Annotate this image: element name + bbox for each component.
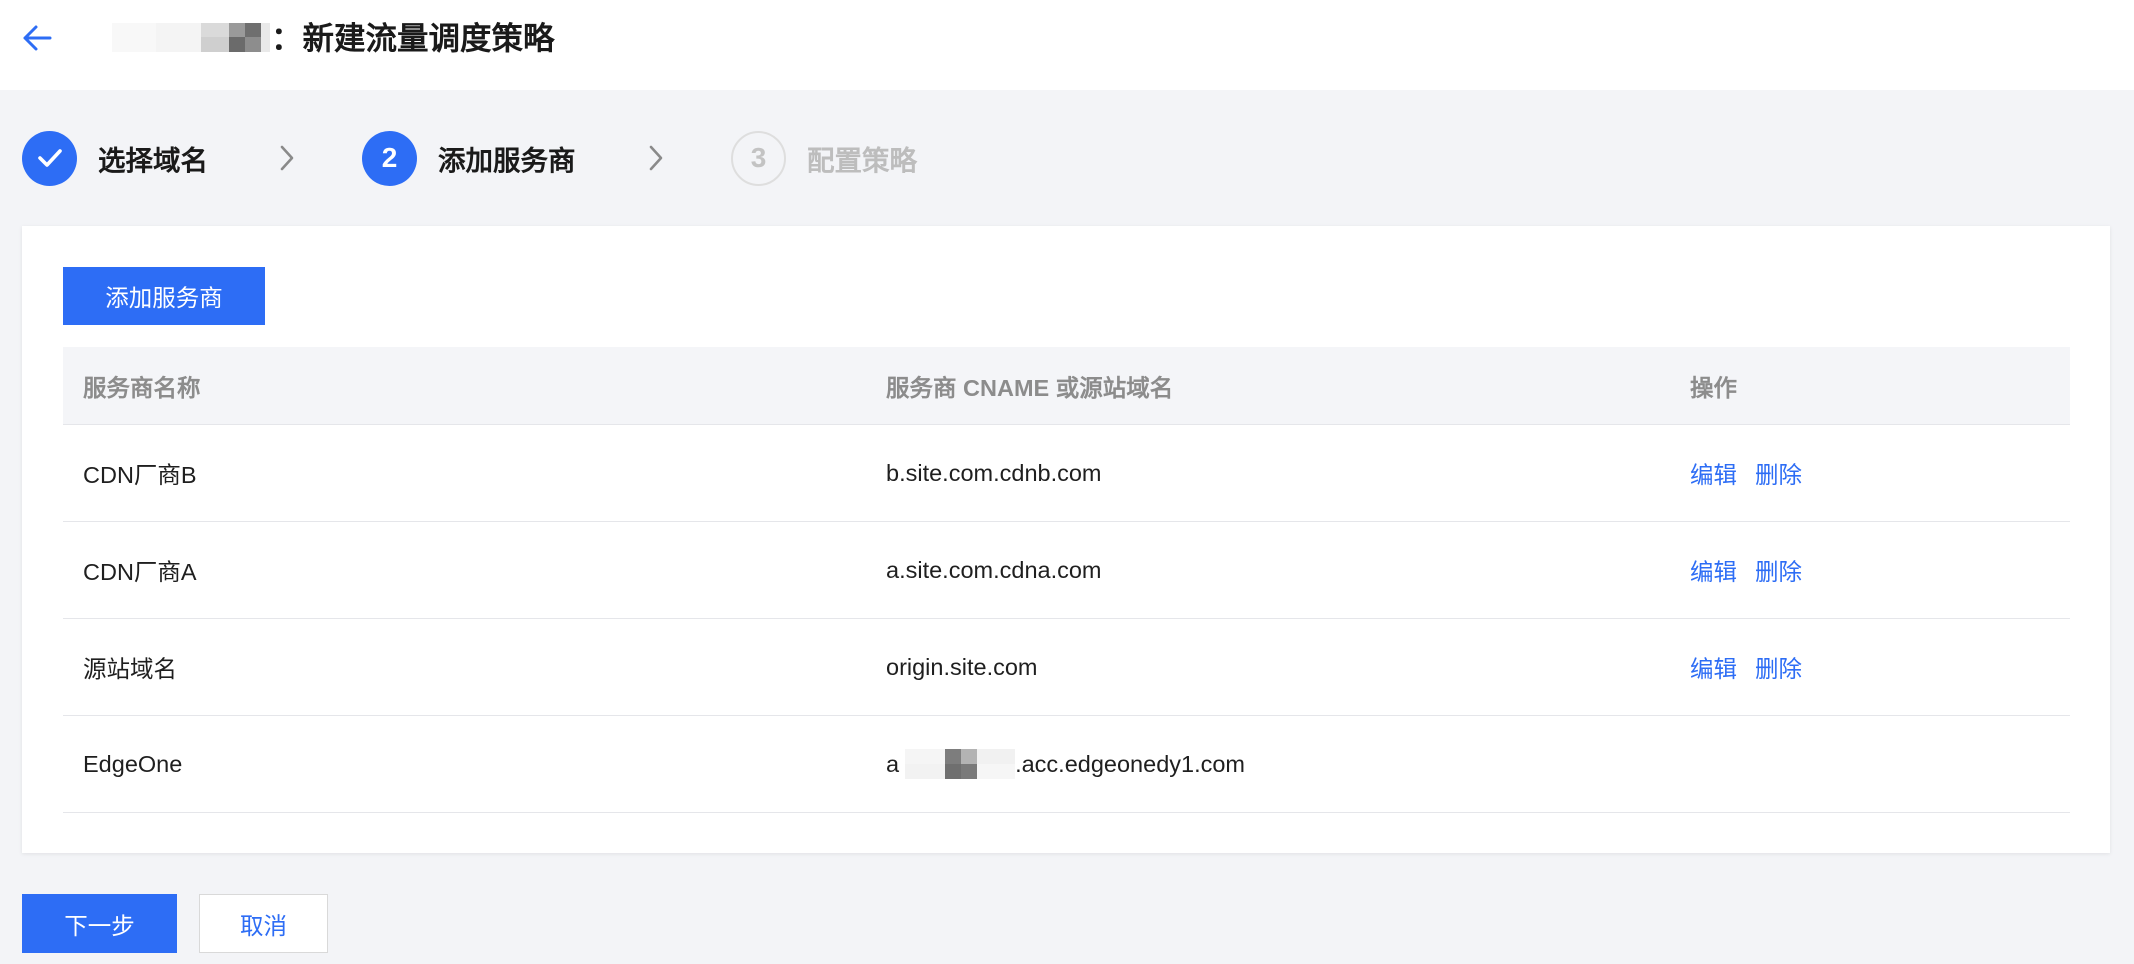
provider-name-cell: 源站域名 bbox=[83, 656, 177, 682]
chevron-right-icon bbox=[280, 145, 294, 171]
step-3-label: 配置策略 bbox=[807, 145, 917, 176]
provider-name-cell: CDN厂商B bbox=[83, 462, 197, 488]
provider-domain-cell: a.site.com.cdna.com bbox=[886, 556, 1102, 583]
column-header-provider-domain: 服务商 CNAME 或源站域名 bbox=[886, 374, 1174, 401]
step-3-indicator: 3 bbox=[731, 130, 786, 186]
table-header: 服务商名称 服务商 CNAME 或源站域名 操作 bbox=[63, 347, 2070, 425]
column-header-actions: 操作 bbox=[1690, 374, 1737, 401]
step-add-provider[interactable]: 2 添加服务商 bbox=[362, 130, 576, 186]
delete-link[interactable]: 删除 bbox=[1755, 456, 1802, 490]
redacted-mosaic bbox=[112, 23, 270, 52]
table-row: CDN厂商B b.site.com.cdnb.com 编辑 删除 bbox=[63, 425, 2070, 522]
arrow-left-icon[interactable] bbox=[21, 23, 53, 53]
actions-cell: 编辑 删除 bbox=[1670, 456, 2070, 490]
actions-cell: 编辑 删除 bbox=[1670, 650, 2070, 684]
page-title: ：新建流量调度策略 bbox=[271, 20, 555, 56]
domain-suffix: .acc.edgeonedy1.com bbox=[1015, 750, 1246, 777]
step-2-indicator: 2 bbox=[362, 130, 417, 186]
cancel-button[interactable]: 取消 bbox=[199, 894, 328, 953]
provider-domain-cell: a .acc.edgeonedy1.com bbox=[866, 749, 1670, 779]
delete-link[interactable]: 删除 bbox=[1755, 553, 1802, 587]
delete-link[interactable]: 删除 bbox=[1755, 650, 1802, 684]
step-1-indicator bbox=[22, 130, 77, 186]
table-row: 源站域名 origin.site.com 编辑 删除 bbox=[63, 619, 2070, 716]
edit-link[interactable]: 编辑 bbox=[1690, 553, 1737, 587]
edit-link[interactable]: 编辑 bbox=[1690, 650, 1737, 684]
provider-name-cell: EdgeOne bbox=[83, 750, 183, 777]
provider-name-cell: CDN厂商A bbox=[83, 559, 197, 585]
step-select-domain[interactable]: 选择域名 bbox=[22, 130, 208, 186]
check-icon bbox=[37, 149, 62, 167]
next-step-button[interactable]: 下一步 bbox=[22, 894, 177, 953]
provider-table: 服务商名称 服务商 CNAME 或源站域名 操作 CDN厂商B b.site.c… bbox=[63, 347, 2070, 813]
domain-prefix: a bbox=[886, 750, 900, 777]
table-row: CDN厂商A a.site.com.cdna.com 编辑 删除 bbox=[63, 522, 2070, 619]
provider-domain-cell: b.site.com.cdnb.com bbox=[886, 459, 1102, 486]
add-provider-button[interactable]: 添加服务商 bbox=[63, 267, 265, 325]
chevron-right-icon bbox=[649, 145, 663, 171]
step-configure-policy: 3 配置策略 bbox=[731, 130, 917, 186]
step-1-label: 选择域名 bbox=[98, 145, 208, 176]
actions-cell: 编辑 删除 bbox=[1670, 553, 2070, 587]
table-row: EdgeOne a .acc.edgeonedy1.com bbox=[63, 716, 2070, 813]
redacted-mosaic bbox=[905, 749, 1016, 779]
page-header: ：新建流量调度策略 bbox=[0, 0, 2134, 90]
step-2-label: 添加服务商 bbox=[438, 145, 576, 176]
provider-domain-cell: origin.site.com bbox=[886, 653, 1038, 680]
provider-card: 添加服务商 服务商名称 服务商 CNAME 或源站域名 操作 CDN厂商B b.… bbox=[22, 226, 2110, 853]
edit-link[interactable]: 编辑 bbox=[1690, 456, 1737, 490]
column-header-provider-name: 服务商名称 bbox=[83, 374, 201, 401]
